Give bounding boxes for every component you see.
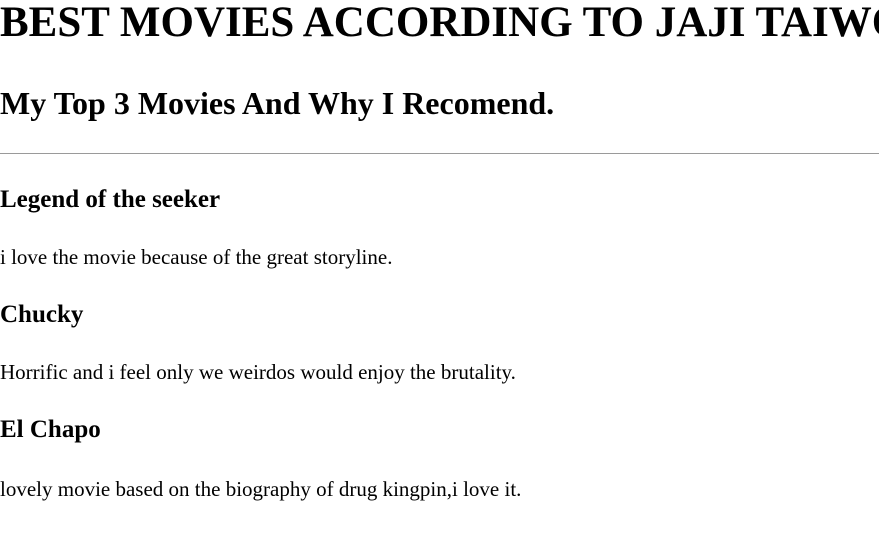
- movie-title-el-chapo: El Chapo: [0, 416, 101, 443]
- movie-title-legend-of-the-seeker: Legend of the seeker: [0, 186, 221, 213]
- movie-description-el-chapo: lovely movie based on the biography of d…: [0, 477, 522, 501]
- divider: [0, 153, 879, 154]
- page-title: BEST MOVIES ACCORDING TO JAJI TAIWO: [0, 0, 879, 46]
- movie-description-legend-of-the-seeker: i love the movie because of the great st…: [0, 245, 393, 269]
- page-subtitle: My Top 3 Movies And Why I Recomend.: [0, 85, 555, 121]
- movie-description-chucky: Horrific and i feel only we weirdos woul…: [0, 360, 516, 384]
- page: BEST MOVIES ACCORDING TO JAJI TAIWO My T…: [0, 0, 879, 547]
- movie-title-chucky: Chucky: [0, 301, 84, 328]
